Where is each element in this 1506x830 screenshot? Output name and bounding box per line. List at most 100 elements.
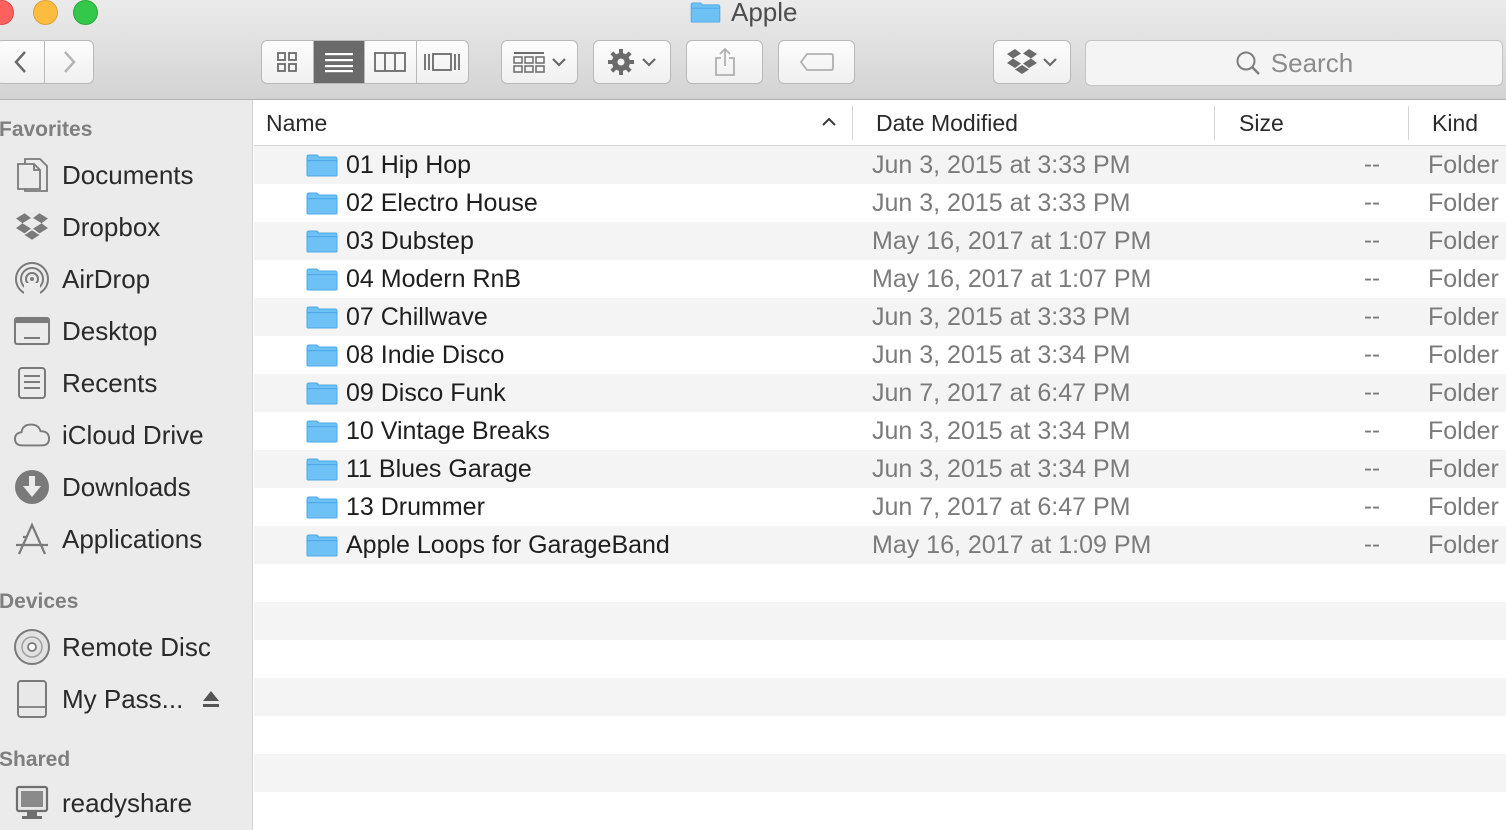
- column-header-name[interactable]: Name: [266, 100, 846, 146]
- cover-flow-button[interactable]: [417, 41, 469, 83]
- chevron-left-icon: [13, 51, 26, 73]
- sidebar-heading-devices: Devices: [0, 590, 79, 613]
- file-date-modified: Jun 3, 2015 at 3:33 PM: [872, 189, 1131, 217]
- column-divider[interactable]: [852, 106, 853, 140]
- table-row[interactable]: 11 Blues Garage Jun 3, 2015 at 3:34 PM -- F…: [254, 450, 1506, 488]
- file-name: 08 Indie Disco: [346, 341, 505, 369]
- file-kind: Folder: [1428, 189, 1499, 217]
- table-row[interactable]: 02 Electro House Jun 3, 2015 at 3:33 PM --…: [254, 184, 1506, 222]
- dropbox-button[interactable]: [993, 40, 1071, 84]
- folder-icon: [306, 305, 338, 329]
- forward-button[interactable]: [45, 41, 93, 83]
- table-row[interactable]: 08 Indie Disco Jun 3, 2015 at 3:34 PM -- Fo…: [254, 336, 1506, 374]
- list-view-button[interactable]: [313, 41, 365, 83]
- sidebar-item-my-passport[interactable]: My Pass...: [0, 677, 252, 721]
- sidebar-item-remote-disc[interactable]: Remote Disc: [0, 625, 252, 669]
- empty-row: [254, 754, 1506, 792]
- view-mode-control: [261, 40, 469, 84]
- chevron-right-icon: [64, 51, 76, 73]
- search-icon: [1236, 51, 1260, 75]
- column-header-kind[interactable]: Kind: [1432, 100, 1506, 146]
- file-name: 04 Modern RnB: [346, 265, 522, 293]
- file-kind: Folder: [1428, 265, 1499, 293]
- file-date-modified: Jun 3, 2015 at 3:34 PM: [872, 417, 1131, 445]
- icon-view-button[interactable]: [262, 41, 314, 83]
- close-window-button[interactable]: [0, 0, 14, 25]
- sidebar-item-downloads[interactable]: Downloads: [0, 465, 252, 509]
- empty-row: [254, 716, 1506, 754]
- file-size: --: [1364, 189, 1380, 216]
- column-view-button[interactable]: [365, 41, 417, 83]
- file-date-modified: Jun 3, 2015 at 3:34 PM: [872, 455, 1131, 483]
- file-date-modified: Jun 7, 2017 at 6:47 PM: [872, 379, 1131, 407]
- action-button[interactable]: [593, 40, 671, 84]
- monitor-icon: [14, 785, 50, 821]
- table-row[interactable]: 09 Disco Funk Jun 7, 2017 at 6:47 PM -- Fol…: [254, 374, 1506, 412]
- file-name: 07 Chillwave: [346, 303, 488, 331]
- sidebar-heading-shared: Shared: [0, 748, 71, 771]
- sidebar: Favorites Documents Dropbox AirDrop Desk…: [0, 100, 253, 830]
- sidebar-item-recents[interactable]: Recents: [0, 361, 252, 405]
- folder-icon: [690, 1, 721, 23]
- column-header-bar: Name Date Modified Size Kind: [254, 100, 1506, 146]
- column-divider[interactable]: [1408, 106, 1409, 140]
- file-size: --: [1364, 379, 1380, 406]
- dropbox-icon: [14, 209, 50, 245]
- file-size: --: [1364, 303, 1380, 330]
- table-row[interactable]: 13 Drummer Jun 7, 2017 at 6:47 PM -- Folder: [254, 488, 1506, 526]
- window-title-text: Apple: [731, 0, 798, 27]
- search-placeholder: Search: [1270, 47, 1354, 78]
- file-size: --: [1364, 417, 1380, 444]
- folder-icon: [306, 267, 338, 291]
- minimize-window-button[interactable]: [33, 0, 58, 25]
- table-row[interactable]: 04 Modern RnB May 16, 2017 at 1:07 PM -- Fo…: [254, 260, 1506, 298]
- file-name: Apple Loops for GarageBand: [346, 531, 670, 559]
- column-divider[interactable]: [1214, 106, 1215, 140]
- table-row[interactable]: 01 Hip Hop Jun 3, 2015 at 3:33 PM -- Folder: [254, 146, 1506, 184]
- file-kind: Folder: [1428, 227, 1499, 255]
- empty-row: [254, 792, 1506, 830]
- cover-flow-icon: [424, 53, 461, 71]
- file-size: --: [1364, 493, 1380, 520]
- sort-ascending-icon: [822, 117, 836, 126]
- file-size: --: [1364, 151, 1380, 178]
- file-date-modified: Jun 3, 2015 at 3:33 PM: [872, 151, 1131, 179]
- cloud-icon: [14, 417, 50, 453]
- table-row[interactable]: 10 Vintage Breaks Jun 3, 2015 at 3:34 PM -…: [254, 412, 1506, 450]
- sidebar-item-label: Applications: [62, 523, 203, 554]
- sidebar-item-airdrop[interactable]: AirDrop: [0, 257, 252, 301]
- sidebar-item-documents[interactable]: Documents: [0, 153, 252, 197]
- column-view-icon: [374, 52, 407, 72]
- empty-row: [254, 602, 1506, 640]
- sidebar-item-dropbox[interactable]: Dropbox: [0, 205, 252, 249]
- recents-icon: [14, 365, 50, 401]
- folder-icon: [306, 419, 338, 443]
- file-name: 11 Blues Garage: [346, 455, 532, 483]
- file-kind: Folder: [1428, 151, 1499, 179]
- file-date-modified: Jun 3, 2015 at 3:33 PM: [872, 303, 1131, 331]
- sidebar-item-desktop[interactable]: Desktop: [0, 309, 252, 353]
- window-toolbar: Apple Search: [0, 0, 1506, 100]
- table-row[interactable]: 03 Dubstep May 16, 2017 at 1:07 PM -- Folde…: [254, 222, 1506, 260]
- file-date-modified: Jun 7, 2017 at 6:47 PM: [872, 493, 1131, 521]
- tag-button[interactable]: [778, 40, 855, 84]
- sidebar-item-icloud-drive[interactable]: iCloud Drive: [0, 413, 252, 457]
- back-button[interactable]: [0, 41, 46, 83]
- gear-icon: [608, 49, 634, 75]
- folder-icon: [306, 343, 338, 367]
- file-kind: Folder: [1428, 493, 1499, 521]
- share-button[interactable]: [686, 40, 763, 84]
- file-size: --: [1364, 341, 1380, 368]
- table-row[interactable]: 07 Chillwave Jun 3, 2015 at 3:33 PM -- Fold…: [254, 298, 1506, 336]
- sidebar-item-readyshare[interactable]: readyshare: [0, 781, 252, 825]
- nav-buttons: [0, 40, 94, 84]
- eject-icon[interactable]: [202, 689, 220, 709]
- arrange-button[interactable]: [501, 40, 578, 84]
- table-row[interactable]: Apple Loops for GarageBand May 16, 2017 a…: [254, 526, 1506, 564]
- folder-icon: [306, 191, 338, 215]
- sidebar-item-applications[interactable]: Applications: [0, 517, 252, 561]
- search-input[interactable]: Search: [1085, 40, 1503, 86]
- column-header-date[interactable]: Date Modified: [876, 100, 1206, 146]
- zoom-window-button[interactable]: [73, 0, 98, 25]
- column-header-size[interactable]: Size: [1239, 100, 1399, 146]
